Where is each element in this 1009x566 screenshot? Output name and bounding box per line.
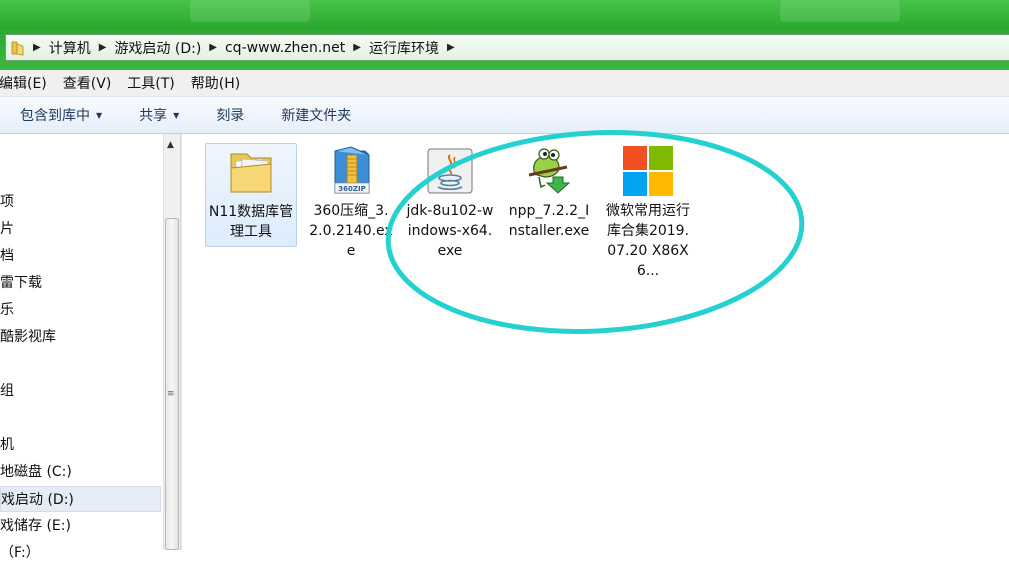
notepadpp-icon — [528, 148, 571, 194]
360zip-badge: 360ZIP — [338, 185, 365, 193]
nav-item-documents[interactable]: 档 — [0, 243, 14, 269]
include-in-library-label: 包含到库中 — [20, 108, 90, 124]
nav-item-music[interactable]: 乐 — [0, 297, 14, 323]
nav-item-computer[interactable]: 机 — [0, 432, 14, 458]
navigation-pane: 项 片 档 雷下载 乐 酷影视库 组 机 地磁盘 (C:) 戏启动 (D:) 戏… — [0, 134, 163, 561]
breadcrumb-drive-d[interactable]: 游戏启动 (D:) — [114, 38, 201, 58]
address-bar[interactable]: ▶ 计算机 ▶ 游戏启动 (D:) ▶ cq-www.zhen.net ▶ 运行… — [5, 34, 1009, 61]
windows-logo-icon — [623, 146, 673, 196]
file-name: 微软常用运行库合集2019.07.20 X86X6... — [606, 203, 690, 279]
include-in-library-button[interactable]: 包含到库中 ▼ — [0, 105, 115, 125]
nav-scrollbar[interactable]: ▲ ≡ — [163, 134, 181, 550]
file-name: 360压缩_3.2.0.2140.exe — [309, 203, 393, 259]
file-name: N11数据库管理工具 — [208, 204, 294, 240]
burn-button[interactable]: 刻录 — [192, 105, 257, 125]
breadcrumb-arrow[interactable]: ▶ — [209, 42, 217, 53]
file-name: npp_7.2.2_Installer.exe — [508, 203, 590, 239]
menu-edit[interactable]: 编辑(E) — [0, 73, 55, 93]
folder-icon — [230, 153, 272, 193]
breadcrumb-arrow[interactable]: ▶ — [33, 42, 41, 53]
breadcrumb-arrow[interactable]: ▶ — [353, 42, 361, 53]
nav-item-pictures[interactable]: 片 — [0, 216, 14, 242]
file-list-pane[interactable]: N11数据库管理工具 360ZIP 360压缩_3.2.0.2140.exe j… — [181, 134, 1009, 550]
nav-item-videos[interactable]: 项 — [0, 189, 14, 215]
file-name: jdk-8u102-windows-x64.exe — [406, 203, 494, 259]
360zip-icon: 360ZIP — [334, 146, 370, 194]
file-item[interactable]: jdk-8u102-windows-x64.exe — [404, 143, 496, 265]
title-blur — [190, 0, 310, 22]
nav-item-video-library[interactable]: 酷影视库 — [0, 324, 56, 350]
breadcrumb-computer[interactable]: 计算机 — [49, 38, 91, 58]
nav-item-drive-d[interactable]: 戏启动 (D:) — [0, 486, 161, 512]
nav-item-homegroup[interactable]: 组 — [0, 378, 14, 404]
title-blur — [780, 0, 900, 22]
file-item[interactable]: 360ZIP 360压缩_3.2.0.2140.exe — [305, 143, 397, 265]
breadcrumb-current-folder[interactable]: 运行库环境 — [369, 38, 439, 58]
folder-icon — [11, 41, 24, 55]
nav-item-thunder-downloads[interactable]: 雷下载 — [0, 270, 42, 296]
share-label: 共享 — [139, 108, 168, 124]
breadcrumb-arrow[interactable]: ▶ — [99, 42, 107, 53]
breadcrumb-arrow[interactable]: ▶ — [447, 42, 455, 53]
java-icon — [427, 148, 473, 194]
menu-bar: 编辑(E) 查看(V) 工具(T) 帮助(H) — [0, 70, 1009, 96]
menu-tools[interactable]: 工具(T) — [119, 73, 182, 93]
file-item[interactable]: 微软常用运行库合集2019.07.20 X86X6... — [602, 143, 694, 285]
nav-item-drive-e[interactable]: 戏储存 (E:) — [0, 513, 71, 539]
scroll-up-arrow-icon[interactable]: ▲ — [167, 140, 174, 150]
nav-item-drive-f[interactable]: （F:） — [0, 540, 40, 566]
nav-item-drive-c[interactable]: 地磁盘 (C:) — [0, 459, 72, 485]
menu-help[interactable]: 帮助(H) — [183, 73, 248, 93]
menu-view[interactable]: 查看(V) — [55, 73, 120, 93]
file-item[interactable]: N11数据库管理工具 — [205, 143, 297, 247]
file-item[interactable]: npp_7.2.2_Installer.exe — [503, 143, 595, 245]
new-folder-button[interactable]: 新建文件夹 — [257, 105, 364, 125]
breadcrumb-folder[interactable]: cq-www.zhen.net — [225, 40, 345, 56]
scrollbar-thumb[interactable] — [165, 218, 179, 550]
command-toolbar: 包含到库中 ▼ 共享 ▼ 刻录 新建文件夹 — [0, 96, 1009, 134]
share-button[interactable]: 共享 ▼ — [115, 105, 192, 125]
caret-down-icon: ▼ — [173, 110, 180, 120]
scrollbar-grip-icon: ≡ — [167, 389, 175, 399]
caret-down-icon: ▼ — [96, 110, 103, 120]
